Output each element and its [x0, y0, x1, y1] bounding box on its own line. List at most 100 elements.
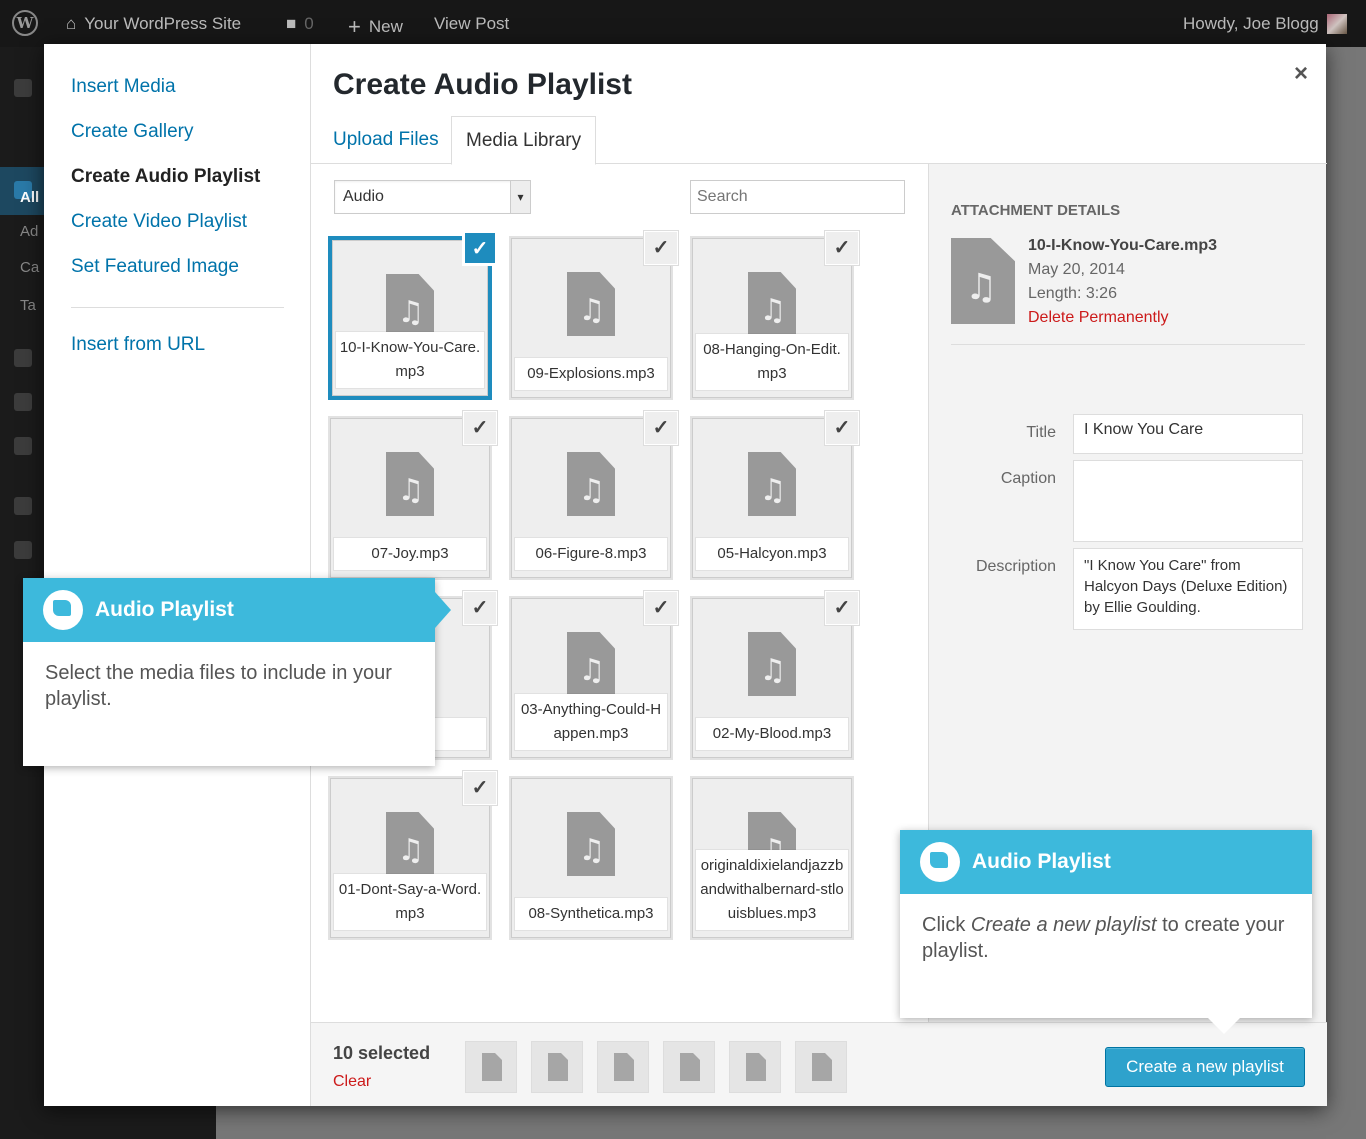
- tab-upload-files[interactable]: Upload Files: [319, 116, 453, 164]
- clear-selection-link[interactable]: Clear: [333, 1073, 371, 1091]
- audio-file-icon: [812, 1053, 832, 1081]
- view-post-link[interactable]: View Post: [434, 14, 509, 34]
- site-name-link[interactable]: ⌂ Your WordPress Site: [66, 14, 241, 34]
- attachment-filename: 06-Figure-8.mp3: [515, 538, 667, 570]
- attachment-filename: 10-I-Know-You-Care.mp3: [336, 332, 484, 388]
- menu-separator: [71, 307, 284, 308]
- audio-file-icon: [482, 1053, 502, 1081]
- media-type-filter[interactable]: Audio ▾: [334, 180, 531, 214]
- caption-field[interactable]: [1073, 460, 1303, 542]
- music-note-icon: ♫: [759, 473, 787, 508]
- menu-item-create-video-playlist[interactable]: Create Video Playlist: [71, 211, 247, 233]
- checkmark-icon[interactable]: ✓: [643, 230, 679, 266]
- create-new-playlist-button[interactable]: Create a new playlist: [1105, 1047, 1305, 1087]
- selection-thumbnail[interactable]: [729, 1041, 781, 1093]
- checkmark-icon[interactable]: ✓: [462, 410, 498, 446]
- attachment-item[interactable]: ♫ 07-Joy.mp3 ✓: [328, 410, 498, 580]
- music-note-icon: ♫: [397, 473, 425, 508]
- checkmark-icon[interactable]: ✓: [462, 770, 498, 806]
- checkmark-icon[interactable]: ✓: [462, 230, 498, 266]
- attachment-item[interactable]: ♫ 08-Synthetica.mp3: [509, 776, 673, 940]
- delete-permanently-link[interactable]: Delete Permanently: [1028, 306, 1217, 330]
- new-content-link[interactable]: + New: [348, 14, 403, 40]
- pointer-title: Audio Playlist: [972, 850, 1111, 873]
- attachment-item[interactable]: ♫ 06-Figure-8.mp3 ✓: [509, 410, 679, 580]
- attachment-item[interactable]: ♫ 05-Halcyon.mp3 ✓: [690, 410, 860, 580]
- attachment-filename: 01-Dont-Say-a-Word.mp3: [334, 874, 486, 930]
- close-icon[interactable]: ×: [1294, 60, 1308, 88]
- pointer-body: Click Create a new playlist to create yo…: [922, 914, 1285, 962]
- admin-footer-background: [44, 1106, 216, 1139]
- pointer-body: Select the media files to include in you…: [45, 662, 392, 710]
- attachment-item[interactable]: ♫ 09-Explosions.mp3 ✓: [509, 230, 679, 400]
- description-label: Description: [975, 558, 1056, 575]
- flag-icon: [920, 842, 960, 882]
- attachment-filename: 08-Synthetica.mp3: [515, 898, 667, 930]
- description-field[interactable]: "I Know You Care" from Halcyon Days (Del…: [1073, 548, 1303, 630]
- selection-thumbnail[interactable]: [795, 1041, 847, 1093]
- attachment-filename: 08-Hanging-On-Edit.mp3: [696, 334, 848, 390]
- media-toolbar: 10 selected Clear Create a new playlist: [311, 1022, 1327, 1106]
- audio-file-icon: [746, 1053, 766, 1081]
- audio-file-icon: [548, 1053, 568, 1081]
- pages-icon: [14, 393, 32, 411]
- comments-link[interactable]: ■ 0: [286, 14, 314, 34]
- attachment-item[interactable]: ♫originaldixielandjazzbandwithalbernard-…: [690, 776, 854, 940]
- avatar: [1326, 14, 1347, 34]
- home-icon: ⌂: [66, 14, 77, 33]
- admin-sidebar-label: Ta: [20, 297, 36, 314]
- pointer-arrow: [435, 592, 451, 628]
- selection-thumbnail[interactable]: [663, 1041, 715, 1093]
- checkmark-icon[interactable]: ✓: [643, 410, 679, 446]
- audio-file-icon: [614, 1053, 634, 1081]
- tab-media-library[interactable]: Media Library: [451, 116, 597, 165]
- selection-thumbnail[interactable]: [531, 1041, 583, 1093]
- caption-label: Caption: [1000, 470, 1056, 487]
- attachment-item[interactable]: ♫ 03-Anything-Could-Happen.mp3 ✓: [509, 590, 679, 760]
- checkmark-icon[interactable]: ✓: [824, 230, 860, 266]
- admin-sidebar-label: Ad: [20, 223, 39, 240]
- music-note-icon: ♫: [397, 833, 425, 868]
- media-icon: [14, 349, 32, 367]
- checkmark-icon[interactable]: ✓: [462, 590, 498, 626]
- account-menu[interactable]: Howdy, Joe Blogg: [1183, 14, 1347, 34]
- attachment-filename: 09-Explosions.mp3: [515, 358, 667, 390]
- music-note-icon: ♫: [964, 267, 998, 308]
- attachment-item[interactable]: ♫ 01-Dont-Say-a-Word.mp3 ✓: [328, 770, 498, 940]
- attachment-item[interactable]: ♫ 02-My-Blood.mp3 ✓: [690, 590, 860, 760]
- menu-item-set-featured-image[interactable]: Set Featured Image: [71, 256, 239, 278]
- music-note-icon: ♫: [578, 833, 606, 868]
- title-field[interactable]: I Know You Care: [1073, 414, 1303, 454]
- selection-thumbnail[interactable]: [465, 1041, 517, 1093]
- admin-bar: W ⌂ Your WordPress Site ■ 0 + New View P…: [0, 0, 1366, 47]
- music-note-icon: ♫: [759, 653, 787, 688]
- selection-count: 10 selected: [333, 1043, 431, 1063]
- music-note-icon: ♫: [578, 293, 606, 328]
- router-tabs: Upload Files Media Library: [311, 116, 1327, 165]
- attachment-filename: 05-Halcyon.mp3: [696, 538, 848, 570]
- menu-item-insert-from-url[interactable]: Insert from URL: [71, 334, 205, 356]
- checkmark-icon[interactable]: ✓: [824, 410, 860, 446]
- attachment-item[interactable]: ♫ 10-I-Know-You-Care.mp3 ✓: [328, 230, 498, 400]
- checkmark-icon[interactable]: ✓: [643, 590, 679, 626]
- wordpress-logo-icon[interactable]: W: [12, 10, 38, 36]
- menu-item-insert-media[interactable]: Insert Media: [71, 76, 176, 98]
- search-input[interactable]: [690, 180, 905, 214]
- title-label: Title: [1026, 424, 1056, 441]
- checkmark-icon[interactable]: ✓: [824, 590, 860, 626]
- attachment-details-heading: ATTACHMENT DETAILS: [951, 202, 1121, 219]
- audio-file-icon: [680, 1053, 700, 1081]
- menu-item-create-audio-playlist[interactable]: Create Audio Playlist: [71, 166, 260, 188]
- attachment-item[interactable]: ♫ 08-Hanging-On-Edit.mp3 ✓: [690, 230, 860, 400]
- music-note-icon: ♫: [578, 473, 606, 508]
- attachment-length: Length: 3:26: [1028, 285, 1117, 302]
- appearance-icon: [14, 497, 32, 515]
- music-note-icon: ♫: [759, 293, 787, 328]
- menu-item-create-gallery[interactable]: Create Gallery: [71, 121, 194, 143]
- attachment-filename: 02-My-Blood.mp3: [696, 718, 848, 750]
- plugins-icon: [14, 541, 32, 559]
- selection-thumbnail[interactable]: [597, 1041, 649, 1093]
- music-note-icon: ♫: [397, 295, 425, 330]
- music-note-icon: ♫: [578, 653, 606, 688]
- attachment-filename: originaldixielandjazzbandwithalbernard-s…: [696, 850, 848, 930]
